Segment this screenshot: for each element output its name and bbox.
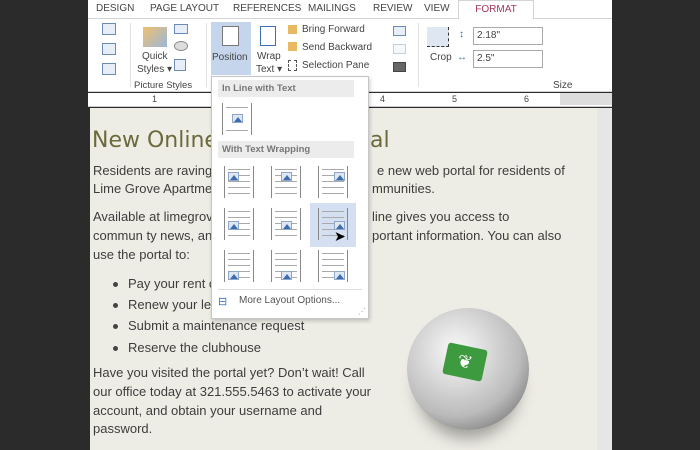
picture-border-icon[interactable] <box>174 24 188 34</box>
width-icon: ↔ <box>457 52 467 63</box>
group-picture-styles: Picture Styles <box>134 80 193 91</box>
bullet <box>113 282 118 287</box>
selection-pane-button[interactable]: Selection Pane <box>302 60 369 71</box>
ruler-margin <box>560 93 612 105</box>
doc-text: Available at limegrov <box>93 209 213 224</box>
align-icon[interactable] <box>393 26 406 36</box>
doc-text: e new web portal for residents of <box>377 163 565 178</box>
height-value: 2.18" <box>477 30 501 41</box>
height-icon: ↕ <box>459 29 464 40</box>
rotate-icon[interactable] <box>393 62 406 72</box>
group-size: Size <box>553 80 573 91</box>
page-gutter <box>597 108 612 450</box>
section-inline: In Line with Text <box>218 80 354 97</box>
doc-text: mmunities. <box>372 181 435 196</box>
picture-effects-icon[interactable] <box>102 43 116 55</box>
bullet-item: Renew your le <box>128 297 212 312</box>
quick-styles-icon[interactable] <box>143 27 167 47</box>
picture-effects-icon[interactable] <box>174 41 188 51</box>
wrap-position-option[interactable] <box>263 245 309 289</box>
bullet-item: Reserve the clubhouse <box>128 340 261 355</box>
divider <box>218 289 362 290</box>
selection-pane-icon <box>288 60 297 71</box>
bring-forward-icon <box>288 25 297 34</box>
height-input[interactable]: 2.18" <box>473 27 543 45</box>
wrap-position-option[interactable] <box>216 203 262 247</box>
tab-page-layout[interactable]: PAGE LAYOUT <box>150 3 219 14</box>
bring-forward-button[interactable]: Bring Forward <box>302 24 365 35</box>
doc-text: account, and obtain your username and <box>93 403 323 418</box>
doc-text: portant information. You can also <box>372 228 562 243</box>
tab-view[interactable]: VIEW <box>424 3 450 14</box>
picture-layout-icon[interactable] <box>174 59 186 71</box>
ruler-mark: 5 <box>452 94 458 104</box>
bullet-item: Submit a maintenance request <box>128 318 305 333</box>
wrap-position-option[interactable] <box>263 161 309 205</box>
doc-text: our office today at 321.555.5463 to acti… <box>93 384 372 399</box>
doc-title-end: al <box>370 128 390 153</box>
crop-label[interactable]: Crop <box>430 52 452 63</box>
resize-grip[interactable]: ⋰ <box>358 307 366 316</box>
bullet-item: Pay your rent o <box>128 276 217 291</box>
doc-text: use the portal to: <box>93 247 190 262</box>
mouse-cursor: ➤ <box>334 228 346 244</box>
wrap-position-option[interactable] <box>310 245 356 289</box>
doc-text: line gives you access to <box>372 209 510 224</box>
crop-icon[interactable] <box>427 27 449 47</box>
position-button[interactable]: Position <box>211 22 251 75</box>
wrap-text-label[interactable]: Wrap <box>257 51 281 62</box>
ribbon-tabs: DESIGN PAGE LAYOUT REFERENCES MAILINGS R… <box>88 0 612 20</box>
keyboard-globe-image[interactable]: ❦ <box>407 308 529 430</box>
tab-references[interactable]: REFERENCES <box>233 3 301 14</box>
wrap-position-option[interactable] <box>310 161 356 205</box>
section-wrapping: With Text Wrapping <box>218 141 354 158</box>
tab-mailings[interactable]: MAILINGS <box>308 3 356 14</box>
bullet <box>113 346 118 351</box>
tab-design[interactable]: DESIGN <box>96 3 134 14</box>
send-backward-icon <box>288 42 297 51</box>
wrap-position-option[interactable] <box>216 161 262 205</box>
wrap-position-option[interactable] <box>263 203 309 247</box>
doc-text: commun ty news, an <box>93 228 213 243</box>
tab-review[interactable]: REVIEW <box>373 3 412 14</box>
picture-layout-icon[interactable] <box>102 63 116 75</box>
position-label: Position <box>212 52 248 63</box>
send-backward-button[interactable]: Send Backward <box>302 42 372 53</box>
doc-text: password. <box>93 421 153 436</box>
ruler-mark: 4 <box>380 94 386 104</box>
wrap-text-label-2[interactable]: Text ▾ <box>256 64 282 75</box>
doc-title: New Online <box>92 128 218 153</box>
separator <box>206 23 207 87</box>
separator <box>418 23 419 87</box>
quick-styles-label-2[interactable]: Styles ▾ <box>137 64 172 75</box>
wrap-text-icon[interactable] <box>260 26 276 46</box>
doc-text: Lime Grove Apartme <box>93 181 213 196</box>
ruler-mark: 1 <box>152 94 158 104</box>
bullet <box>113 303 118 308</box>
bullet <box>113 324 118 329</box>
more-layout-options[interactable]: More Layout Options... <box>239 295 340 306</box>
position-icon <box>222 26 239 46</box>
group-icon <box>393 44 406 54</box>
picture-border-icon[interactable] <box>102 23 116 35</box>
ruler-mark: 6 <box>524 94 530 104</box>
layout-options-icon: ⊟ <box>218 296 228 308</box>
position-dropdown: In Line with Text With Text Wrapping ⊟ M… <box>211 76 369 319</box>
width-input[interactable]: 2.5" <box>473 50 543 68</box>
width-value: 2.5" <box>477 53 495 64</box>
wrap-position-option[interactable] <box>216 245 262 289</box>
tab-format[interactable]: FORMAT <box>458 0 534 20</box>
separator <box>130 23 131 87</box>
wrap-position-option[interactable] <box>310 203 356 247</box>
doc-text: Have you visited the portal yet? Don’t w… <box>93 365 365 380</box>
quick-styles-label[interactable]: Quick <box>142 51 168 62</box>
leaf-icon: ❦ <box>442 342 488 382</box>
doc-text: Residents are raving a <box>93 163 224 178</box>
position-inline-option[interactable] <box>222 103 252 135</box>
